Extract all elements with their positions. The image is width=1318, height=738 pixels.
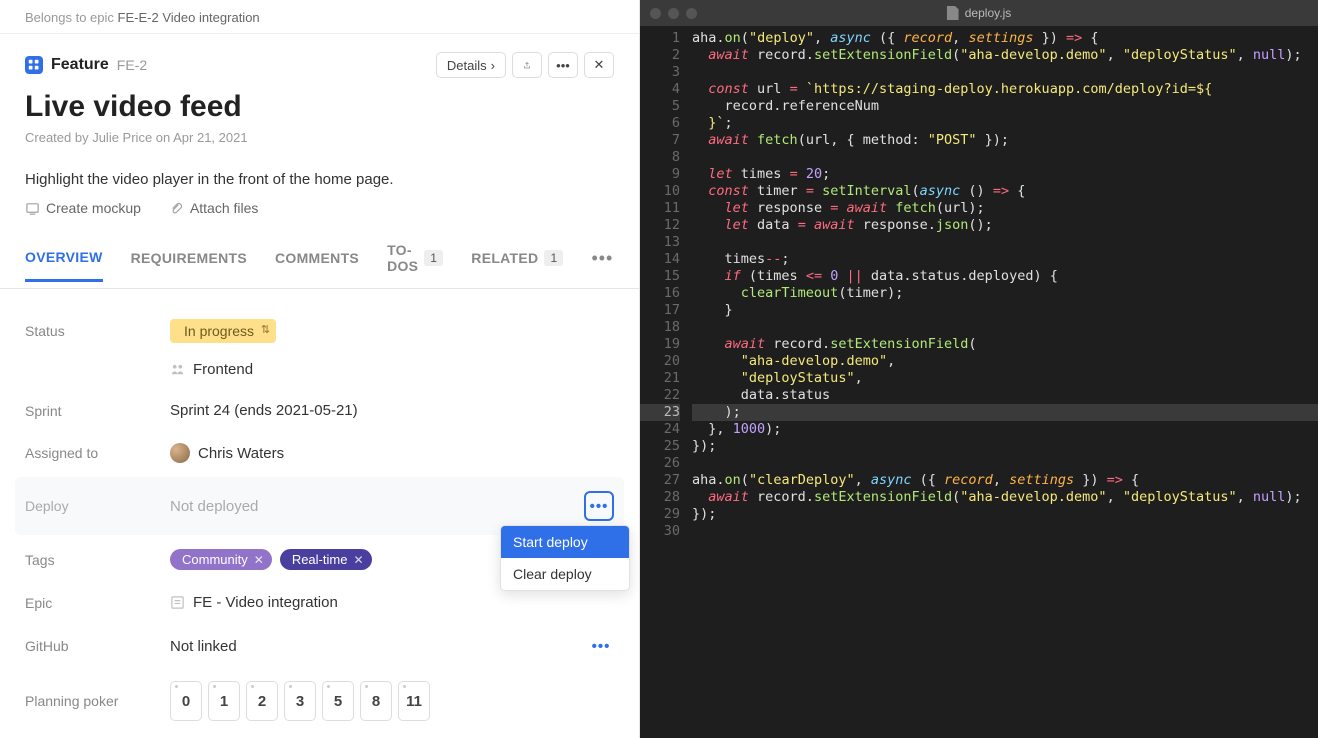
close-icon: ✕ — [594, 57, 605, 73]
dots-icon: ••• — [556, 58, 570, 73]
tags-label: Tags — [25, 552, 170, 568]
details-button[interactable]: Details › — [436, 52, 506, 78]
record-meta: Created by Julie Price on Apr 21, 2021 — [25, 130, 614, 145]
feature-icon — [25, 56, 43, 74]
tag-remove-icon[interactable]: ✕ — [254, 553, 264, 567]
poker-card[interactable]: 1 — [208, 681, 240, 721]
chevron-right-icon: › — [491, 58, 495, 73]
record-panel: Belongs to epic FE-E-2 Video integration… — [0, 0, 640, 738]
avatar — [170, 443, 190, 463]
poker-card[interactable]: 5 — [322, 681, 354, 721]
share-icon — [523, 58, 531, 73]
epic-breadcrumb: Belongs to epic FE-E-2 Video integration — [0, 0, 639, 34]
github-label: GitHub — [25, 638, 170, 654]
tab-todos-label: TO-DOS — [387, 242, 418, 274]
tab-todos[interactable]: TO-DOS 1 — [387, 228, 443, 288]
tag-realtime[interactable]: Real-time ✕ — [280, 549, 372, 570]
poker-card[interactable]: 11 — [398, 681, 430, 721]
poker-card[interactable]: 2 — [246, 681, 278, 721]
epic-prefix: Belongs to epic — [25, 10, 114, 25]
assigned-label: Assigned to — [25, 445, 170, 461]
editor-filename: deploy.js — [965, 6, 1011, 20]
poker-label: Planning poker — [25, 693, 170, 709]
attach-files-button[interactable]: Attach files — [169, 200, 258, 216]
code-editor: deploy.js 123456789101112131415161718192… — [640, 0, 1318, 738]
deploy-value: Not deployed — [170, 498, 584, 515]
attach-files-label: Attach files — [190, 200, 258, 216]
todos-count: 1 — [424, 250, 443, 266]
tag-community-label: Community — [182, 552, 248, 567]
github-actions-button[interactable]: ••• — [588, 635, 614, 657]
github-value[interactable]: Not linked — [170, 638, 588, 655]
window-controls[interactable] — [640, 8, 697, 19]
record-ref: FE-2 — [117, 57, 147, 73]
tag-remove-icon[interactable]: ✕ — [353, 553, 363, 567]
tab-related-label: RELATED — [471, 250, 538, 266]
deploy-dropdown: Start deploy Clear deploy — [500, 525, 630, 591]
details-label: Details — [447, 58, 487, 73]
assigned-value[interactable]: Chris Waters — [198, 445, 284, 462]
poker-card[interactable]: 3 — [284, 681, 316, 721]
tag-community[interactable]: Community ✕ — [170, 549, 272, 570]
epic-label: Epic — [25, 595, 170, 611]
epic-value[interactable]: FE - Video integration — [193, 594, 338, 611]
tag-realtime-label: Real-time — [292, 552, 348, 567]
poker-card[interactable]: 0 — [170, 681, 202, 721]
tab-comments[interactable]: COMMENTS — [275, 236, 359, 280]
share-button[interactable] — [512, 52, 542, 78]
sprint-value[interactable]: Sprint 24 (ends 2021-05-21) — [170, 402, 614, 419]
poker-cards: 01235811 — [170, 681, 614, 721]
clear-deploy-item[interactable]: Clear deploy — [501, 558, 629, 590]
tab-overview[interactable]: OVERVIEW — [25, 235, 103, 282]
tab-related[interactable]: RELATED 1 — [471, 236, 563, 280]
deploy-label: Deploy — [25, 498, 170, 514]
related-count: 1 — [544, 250, 563, 266]
create-mockup-button[interactable]: Create mockup — [25, 200, 141, 216]
sprint-label: Sprint — [25, 403, 170, 419]
tab-requirements[interactable]: REQUIREMENTS — [131, 236, 247, 280]
team-value[interactable]: Frontend — [193, 361, 253, 378]
record-description[interactable]: Highlight the video player in the front … — [0, 171, 639, 200]
tabs: OVERVIEW REQUIREMENTS COMMENTS TO-DOS 1 … — [0, 228, 639, 289]
file-icon — [947, 6, 959, 20]
editor-titlebar: deploy.js — [640, 0, 1318, 26]
epic-link[interactable]: FE-E-2 Video integration — [118, 10, 260, 25]
deploy-actions-button[interactable]: ••• — [584, 491, 614, 521]
close-button[interactable]: ✕ — [584, 52, 614, 78]
record-title[interactable]: Live video feed — [25, 90, 614, 124]
mockup-icon — [25, 201, 40, 216]
code-content[interactable]: aha.on("deploy", async ({ record, settin… — [692, 30, 1318, 738]
status-label: Status — [25, 323, 170, 339]
epic-icon — [170, 595, 185, 610]
team-icon — [170, 362, 185, 377]
start-deploy-item[interactable]: Start deploy — [501, 526, 629, 558]
more-button[interactable]: ••• — [548, 52, 578, 78]
create-mockup-label: Create mockup — [46, 200, 141, 216]
poker-card[interactable]: 8 — [360, 681, 392, 721]
paperclip-icon — [169, 201, 184, 216]
status-select[interactable]: In progress — [170, 319, 276, 343]
tabs-more-button[interactable]: ••• — [591, 248, 617, 269]
line-gutter: 1234567891011121314151617181920212223242… — [640, 30, 692, 738]
record-type: Feature — [51, 56, 109, 74]
